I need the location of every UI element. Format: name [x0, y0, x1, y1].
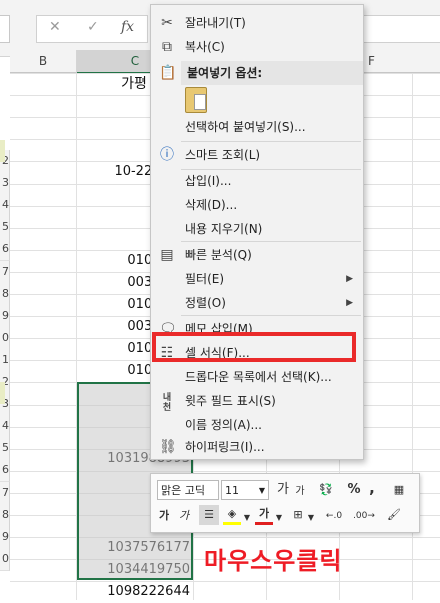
format-painter-icon[interactable]: 🖌	[385, 505, 403, 525]
grid-line	[10, 470, 440, 472]
grid-line	[10, 537, 440, 539]
menu-item-sort[interactable]: 정렬(O) ▶	[151, 291, 363, 315]
paste-icon: 📋	[159, 65, 177, 81]
menu-item-pick-from-dropdown[interactable]: 드롭다운 목록에서 선택(K)...	[151, 365, 363, 389]
chevron-down-icon[interactable]: ▼	[243, 508, 251, 528]
decrease-decimal-button[interactable]: .00→	[349, 506, 379, 526]
paste-option-icon[interactable]	[185, 87, 207, 113]
menu-item-clear-contents[interactable]: 내용 지우기(N)	[151, 217, 363, 241]
menu-item-show-phonetic[interactable]: 내천 윗주 필드 표시(S)	[151, 389, 363, 413]
format-painter-table-icon[interactable]: ▦	[389, 480, 409, 500]
mini-toolbar: 맑은 고딕 11 ▼ 가 가 💱 % , ▦ 가 가 ☰ ◈ ▼ 가 ▼ ⊞ ▼…	[150, 473, 420, 533]
accounting-format-icon[interactable]: 💱	[315, 480, 337, 500]
row-header[interactable]: 9	[0, 304, 10, 328]
comma-button[interactable]: ,	[367, 478, 377, 498]
row-header[interactable]: 4	[0, 194, 10, 218]
row-header[interactable]: 8	[0, 282, 10, 306]
row-marker	[0, 140, 5, 162]
row-header[interactable]: 4	[0, 415, 10, 439]
overlay-caption: 마우스우클릭	[204, 547, 343, 575]
menu-item-delete[interactable]: 삭제(D)...	[151, 193, 363, 217]
increase-decimal-button[interactable]: ←.0	[321, 506, 347, 526]
align-center-icon[interactable]: ☰	[199, 505, 219, 525]
row-marker	[0, 382, 5, 404]
menu-section-paste-options: 붙여넣기 옵션:	[181, 61, 363, 85]
menu-item-paste-special[interactable]: 선택하여 붙여넣기(S)...	[151, 115, 363, 139]
fill-color-icon[interactable]: ◈	[223, 505, 241, 525]
quick-analysis-icon: ▤	[160, 247, 174, 263]
menu-item-define-name[interactable]: 이름 정의(A)...	[151, 413, 363, 437]
row-header[interactable]: 5	[0, 216, 10, 240]
copy-icon: ⧉	[162, 39, 172, 55]
grid-line	[10, 581, 440, 583]
column-header-B[interactable]: B	[10, 50, 77, 73]
row-header[interactable]: 7	[0, 260, 10, 284]
cancel-icon[interactable]: ✕	[49, 19, 61, 35]
scissors-icon: ✂	[161, 15, 173, 31]
submenu-arrow-icon: ▶	[346, 298, 353, 308]
font-color-button[interactable]: 가	[255, 505, 273, 525]
menu-item-hyperlink[interactable]: ⛓ 하이퍼링크(I)...	[151, 435, 363, 459]
format-cells-highlight-box	[152, 332, 356, 362]
menu-item-cut[interactable]: ✂ 잘라내기(T)	[151, 11, 363, 35]
row-header[interactable]: 0	[0, 326, 10, 350]
hyperlink-icon: ⛓	[159, 439, 177, 455]
submenu-arrow-icon: ▶	[346, 274, 353, 284]
row-header[interactable]: 7	[0, 481, 10, 505]
enter-icon[interactable]: ✓	[87, 19, 99, 35]
row-header[interactable]: 6	[0, 459, 10, 483]
row-header[interactable]: 0	[0, 547, 10, 571]
row-header[interactable]: 9	[0, 525, 10, 549]
shrink-font-button[interactable]: 가	[293, 482, 307, 502]
bold-button[interactable]: 가	[157, 506, 171, 526]
row-header[interactable]: 8	[0, 503, 10, 527]
insert-function-icon[interactable]: fx	[121, 19, 134, 35]
menu-item-quick-analysis[interactable]: ▤ 빠른 분석(Q)	[151, 243, 363, 267]
smart-lookup-icon: ⓘ	[160, 147, 174, 163]
menu-item-insert[interactable]: 삽입(I)...	[151, 169, 363, 193]
formula-buttons: ✕ ✓ fx	[36, 15, 148, 43]
italic-button[interactable]: 가	[177, 506, 191, 526]
row-header[interactable]: 6	[0, 238, 10, 262]
menu-item-copy[interactable]: ⧉ 복사(C)	[151, 35, 363, 59]
chevron-down-icon[interactable]: ▼	[275, 508, 283, 528]
column-header-F-label: F	[368, 54, 375, 68]
name-box[interactable]	[0, 15, 10, 43]
row-header[interactable]: 1	[0, 348, 10, 372]
menu-item-filter[interactable]: 필터(E) ▶	[151, 267, 363, 291]
font-size-box[interactable]: 11 ▼	[221, 480, 269, 500]
chevron-down-icon[interactable]: ▼	[307, 508, 315, 528]
row-header[interactable]: 5	[0, 437, 10, 461]
chevron-down-icon: ▼	[258, 486, 265, 495]
menu-item-smart-lookup[interactable]: ⓘ 스마트 조회(L)	[151, 143, 363, 167]
row-header[interactable]: 3	[0, 172, 10, 196]
context-menu: ✂ 잘라내기(T) ⧉ 복사(C) 붙여넣기 옵션: 📋 선택하여 붙여넣기(S…	[150, 4, 364, 460]
percent-button[interactable]: %	[347, 480, 361, 500]
phonetic-icon: 내천	[162, 393, 172, 413]
font-name-box[interactable]: 맑은 고딕	[157, 480, 219, 500]
borders-icon[interactable]: ⊞	[289, 505, 307, 525]
grow-font-button[interactable]: 가	[275, 480, 291, 500]
